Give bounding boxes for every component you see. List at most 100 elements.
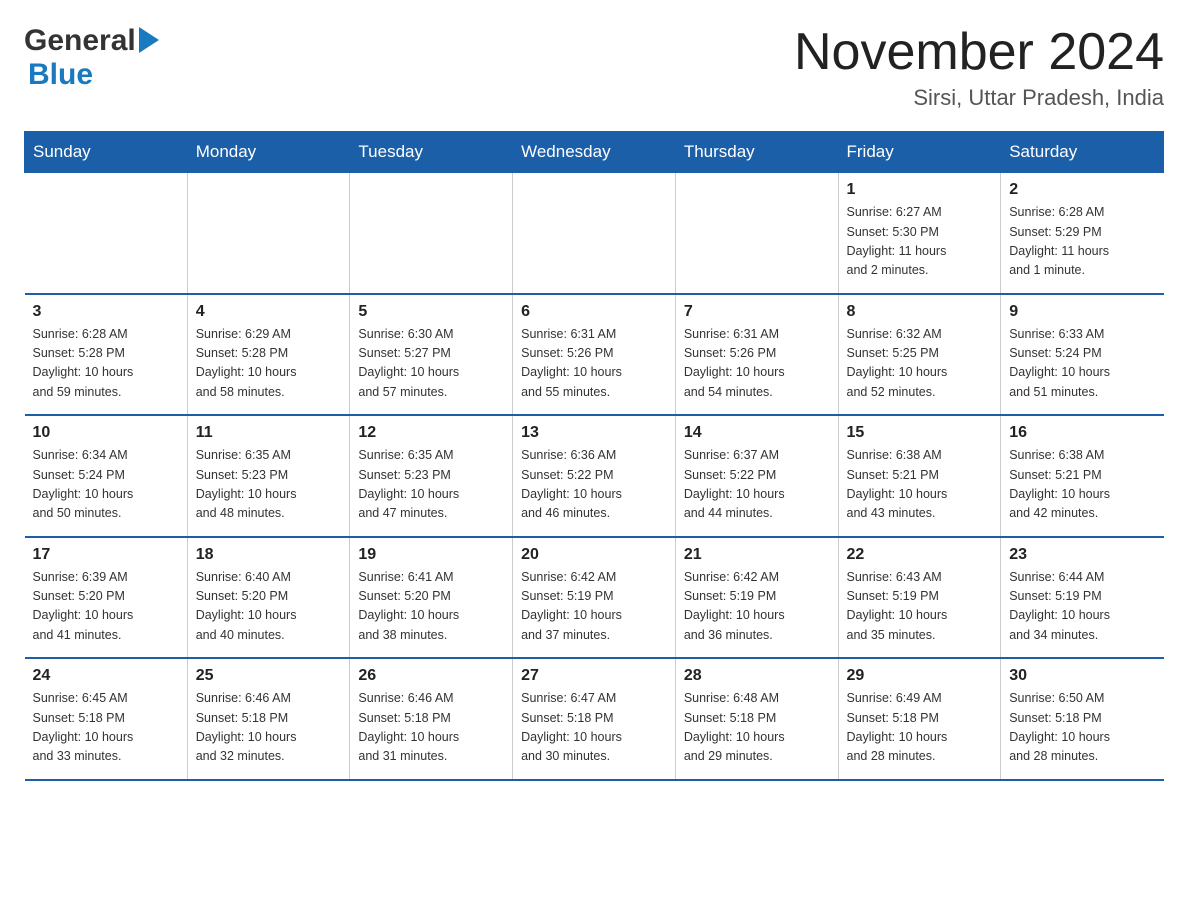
day-number: 23 [1009, 546, 1155, 564]
calendar-cell: 19Sunrise: 6:41 AM Sunset: 5:20 PM Dayli… [350, 537, 513, 659]
day-info: Sunrise: 6:38 AM Sunset: 5:21 PM Dayligh… [1009, 446, 1155, 524]
day-number: 1 [847, 181, 993, 199]
weekday-header-thursday: Thursday [675, 132, 838, 173]
calendar-cell: 12Sunrise: 6:35 AM Sunset: 5:23 PM Dayli… [350, 415, 513, 537]
logo-arrow-icon [139, 27, 165, 53]
day-number: 24 [33, 667, 179, 685]
day-info: Sunrise: 6:28 AM Sunset: 5:29 PM Dayligh… [1009, 203, 1155, 281]
day-info: Sunrise: 6:42 AM Sunset: 5:19 PM Dayligh… [684, 568, 830, 646]
title-block: November 2024 Sirsi, Uttar Pradesh, Indi… [794, 24, 1164, 111]
day-info: Sunrise: 6:38 AM Sunset: 5:21 PM Dayligh… [847, 446, 993, 524]
day-info: Sunrise: 6:46 AM Sunset: 5:18 PM Dayligh… [358, 689, 504, 767]
calendar-cell [25, 173, 188, 294]
day-info: Sunrise: 6:45 AM Sunset: 5:18 PM Dayligh… [33, 689, 179, 767]
day-number: 27 [521, 667, 667, 685]
day-number: 6 [521, 303, 667, 321]
calendar-cell: 9 Sunrise: 6:33 AM Sunset: 5:24 PM Daylig… [1001, 294, 1164, 416]
day-number: 7 [684, 303, 830, 321]
day-number: 15 [847, 424, 993, 442]
day-info: Sunrise: 6:49 AM Sunset: 5:18 PM Dayligh… [847, 689, 993, 767]
day-number: 11 [196, 424, 342, 442]
calendar-cell: 3 Sunrise: 6:28 AM Sunset: 5:28 PM Daylig… [25, 294, 188, 416]
calendar-cell: 10Sunrise: 6:34 AM Sunset: 5:24 PM Dayli… [25, 415, 188, 537]
calendar-week-row: 17 Sunrise: 6:39 AM Sunset: 5:20 PM Dayli… [25, 537, 1164, 659]
calendar-cell: 26 Sunrise: 6:46 AM Sunset: 5:18 PM Dayli… [350, 658, 513, 780]
day-number: 2 [1009, 181, 1155, 199]
day-number: 18 [196, 546, 342, 564]
location-title: Sirsi, Uttar Pradesh, India [794, 85, 1164, 111]
calendar-table: SundayMondayTuesdayWednesdayThursdayFrid… [24, 131, 1164, 781]
month-title: November 2024 [794, 24, 1164, 81]
day-info: Sunrise: 6:40 AM Sunset: 5:20 PM Dayligh… [196, 568, 342, 646]
calendar-cell [675, 173, 838, 294]
calendar-cell: 11Sunrise: 6:35 AM Sunset: 5:23 PM Dayli… [187, 415, 350, 537]
day-number: 25 [196, 667, 342, 685]
day-info: Sunrise: 6:37 AM Sunset: 5:22 PM Dayligh… [684, 446, 830, 524]
calendar-header-row: SundayMondayTuesdayWednesdayThursdayFrid… [25, 132, 1164, 173]
calendar-cell: 8 Sunrise: 6:32 AM Sunset: 5:25 PM Daylig… [838, 294, 1001, 416]
calendar-cell [350, 173, 513, 294]
calendar-week-row: 3 Sunrise: 6:28 AM Sunset: 5:28 PM Daylig… [25, 294, 1164, 416]
calendar-cell: 16 Sunrise: 6:38 AM Sunset: 5:21 PM Dayli… [1001, 415, 1164, 537]
day-info: Sunrise: 6:27 AM Sunset: 5:30 PM Dayligh… [847, 203, 993, 281]
day-number: 3 [33, 303, 179, 321]
day-number: 14 [684, 424, 830, 442]
calendar-week-row: 24 Sunrise: 6:45 AM Sunset: 5:18 PM Dayli… [25, 658, 1164, 780]
calendar-cell: 7Sunrise: 6:31 AM Sunset: 5:26 PM Daylig… [675, 294, 838, 416]
day-info: Sunrise: 6:50 AM Sunset: 5:18 PM Dayligh… [1009, 689, 1155, 767]
day-info: Sunrise: 6:29 AM Sunset: 5:28 PM Dayligh… [196, 325, 342, 403]
calendar-cell: 21 Sunrise: 6:42 AM Sunset: 5:19 PM Dayli… [675, 537, 838, 659]
day-info: Sunrise: 6:47 AM Sunset: 5:18 PM Dayligh… [521, 689, 667, 767]
calendar-cell: 4 Sunrise: 6:29 AM Sunset: 5:28 PM Daylig… [187, 294, 350, 416]
day-number: 19 [358, 546, 504, 564]
day-number: 4 [196, 303, 342, 321]
weekday-header-wednesday: Wednesday [513, 132, 676, 173]
day-info: Sunrise: 6:44 AM Sunset: 5:19 PM Dayligh… [1009, 568, 1155, 646]
day-info: Sunrise: 6:39 AM Sunset: 5:20 PM Dayligh… [33, 568, 179, 646]
calendar-cell: 25 Sunrise: 6:46 AM Sunset: 5:18 PM Dayli… [187, 658, 350, 780]
day-number: 20 [521, 546, 667, 564]
day-number: 26 [358, 667, 504, 685]
day-number: 13 [521, 424, 667, 442]
calendar-week-row: 1 Sunrise: 6:27 AM Sunset: 5:30 PM Daylig… [25, 173, 1164, 294]
day-info: Sunrise: 6:42 AM Sunset: 5:19 PM Dayligh… [521, 568, 667, 646]
calendar-cell: 28Sunrise: 6:48 AM Sunset: 5:18 PM Dayli… [675, 658, 838, 780]
day-number: 9 [1009, 303, 1155, 321]
calendar-cell: 5 Sunrise: 6:30 AM Sunset: 5:27 PM Daylig… [350, 294, 513, 416]
calendar-cell: 22 Sunrise: 6:43 AM Sunset: 5:19 PM Dayli… [838, 537, 1001, 659]
calendar-cell: 18 Sunrise: 6:40 AM Sunset: 5:20 PM Dayli… [187, 537, 350, 659]
calendar-cell: 17 Sunrise: 6:39 AM Sunset: 5:20 PM Dayli… [25, 537, 188, 659]
day-info: Sunrise: 6:32 AM Sunset: 5:25 PM Dayligh… [847, 325, 993, 403]
weekday-header-sunday: Sunday [25, 132, 188, 173]
calendar-cell: 24 Sunrise: 6:45 AM Sunset: 5:18 PM Dayli… [25, 658, 188, 780]
calendar-cell: 13 Sunrise: 6:36 AM Sunset: 5:22 PM Dayli… [513, 415, 676, 537]
calendar-cell: 2 Sunrise: 6:28 AM Sunset: 5:29 PM Daylig… [1001, 173, 1164, 294]
day-number: 17 [33, 546, 179, 564]
day-info: Sunrise: 6:43 AM Sunset: 5:19 PM Dayligh… [847, 568, 993, 646]
day-info: Sunrise: 6:46 AM Sunset: 5:18 PM Dayligh… [196, 689, 342, 767]
day-info: Sunrise: 6:30 AM Sunset: 5:27 PM Dayligh… [358, 325, 504, 403]
calendar-cell: 23 Sunrise: 6:44 AM Sunset: 5:19 PM Dayli… [1001, 537, 1164, 659]
weekday-header-friday: Friday [838, 132, 1001, 173]
day-number: 16 [1009, 424, 1155, 442]
weekday-header-tuesday: Tuesday [350, 132, 513, 173]
day-info: Sunrise: 6:34 AM Sunset: 5:24 PM Dayligh… [33, 446, 179, 524]
day-info: Sunrise: 6:33 AM Sunset: 5:24 PM Dayligh… [1009, 325, 1155, 403]
day-number: 8 [847, 303, 993, 321]
calendar-cell: 30 Sunrise: 6:50 AM Sunset: 5:18 PM Dayli… [1001, 658, 1164, 780]
weekday-header-saturday: Saturday [1001, 132, 1164, 173]
day-info: Sunrise: 6:28 AM Sunset: 5:28 PM Dayligh… [33, 325, 179, 403]
day-info: Sunrise: 6:31 AM Sunset: 5:26 PM Dayligh… [521, 325, 667, 403]
calendar-cell: 15 Sunrise: 6:38 AM Sunset: 5:21 PM Dayli… [838, 415, 1001, 537]
calendar-cell: 1 Sunrise: 6:27 AM Sunset: 5:30 PM Daylig… [838, 173, 1001, 294]
calendar-cell: 27 Sunrise: 6:47 AM Sunset: 5:18 PM Dayli… [513, 658, 676, 780]
day-number: 12 [358, 424, 504, 442]
day-number: 21 [684, 546, 830, 564]
day-number: 5 [358, 303, 504, 321]
page-header: General Blue November 2024 Sirsi, Uttar … [24, 24, 1164, 111]
day-number: 22 [847, 546, 993, 564]
day-info: Sunrise: 6:36 AM Sunset: 5:22 PM Dayligh… [521, 446, 667, 524]
logo-blue-text: Blue [28, 58, 93, 92]
calendar-cell: 29Sunrise: 6:49 AM Sunset: 5:18 PM Dayli… [838, 658, 1001, 780]
day-number: 30 [1009, 667, 1155, 685]
